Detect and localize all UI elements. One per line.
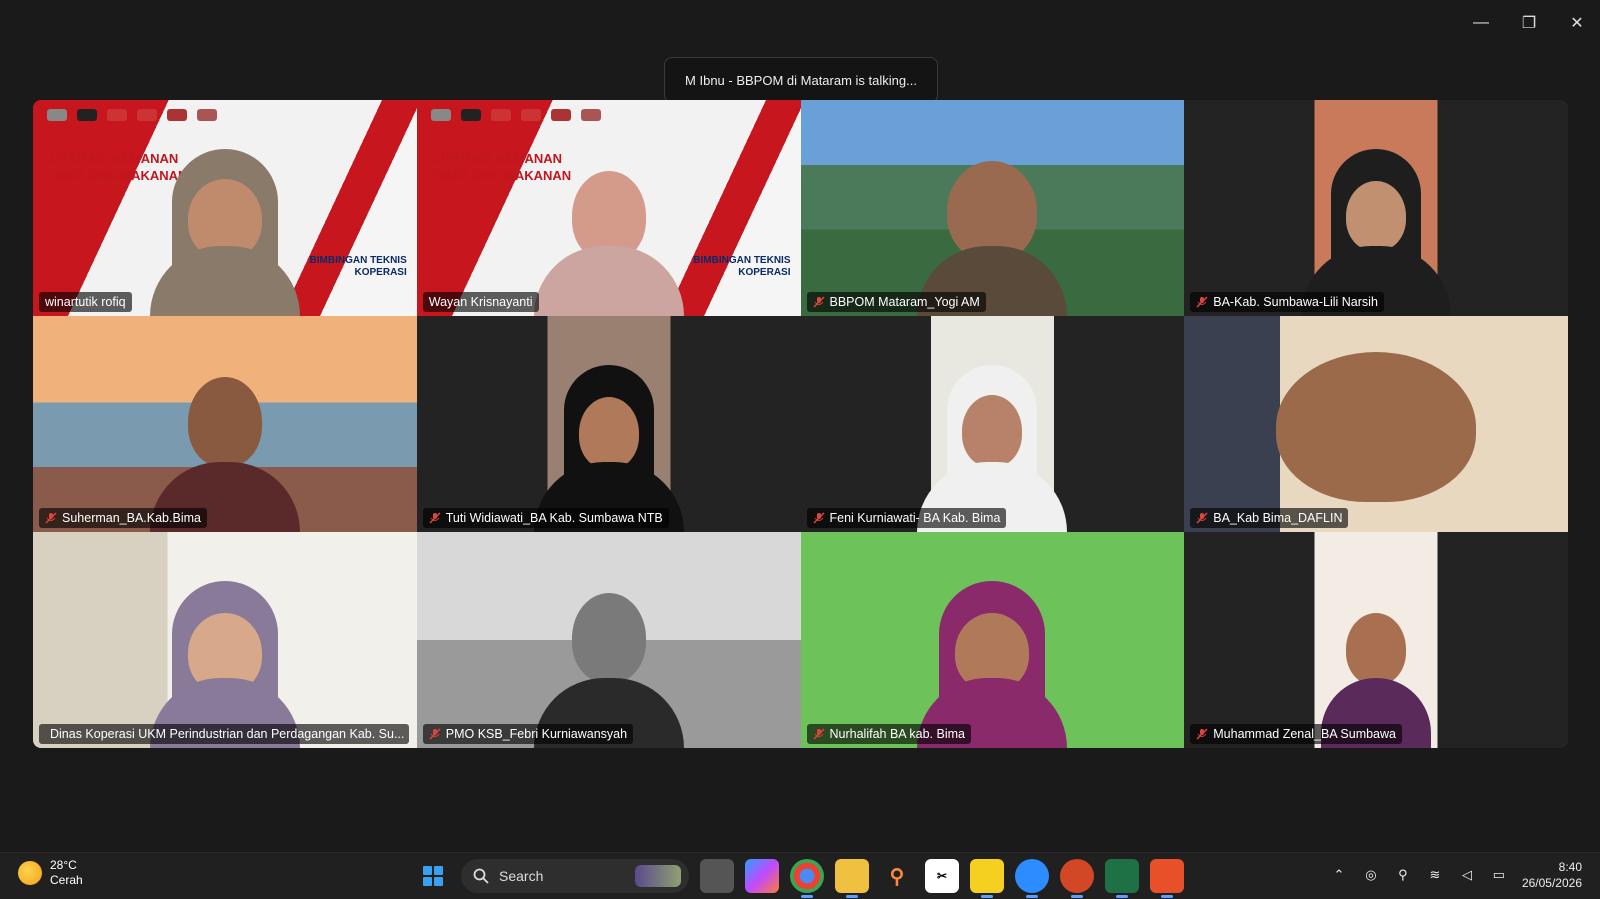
chrome-icon[interactable] [790, 859, 824, 898]
participant-name-tag: BBPOM Mataram_Yogi AM [806, 292, 986, 312]
wifi-icon[interactable]: ≋ [1426, 866, 1444, 884]
weather-temp: 28°C [50, 858, 77, 872]
muted-mic-icon [429, 728, 441, 740]
participant-tile[interactable]: Feni Kurniawati- BA Kab. Bima [800, 316, 1185, 532]
start-button[interactable] [416, 859, 450, 893]
participant-name-tag: Dinas Koperasi UKM Perindustrian dan Per… [39, 724, 409, 744]
participant-name-tag: Suherman_BA.Kab.Bima [39, 508, 207, 528]
active-speaker-toast: M Ibnu - BBPOM di Mataram is talking... [664, 57, 938, 103]
window-controls: — ❐ ✕ [1468, 10, 1590, 36]
participant-video [917, 357, 1068, 532]
participant-tile[interactable]: BA-Kab. Sumbawa-Lili Narsih [1184, 100, 1568, 316]
participant-tile[interactable]: Tuti Widiawati_BA Kab. Sumbawa NTB [416, 316, 801, 532]
participant-tile[interactable]: Dinas Koperasi UKM Perindustrian dan Per… [33, 532, 417, 748]
participant-video [1301, 141, 1452, 316]
clock-date: 26/05/2026 [1521, 876, 1582, 890]
participant-video [917, 573, 1068, 748]
participant-video [1301, 573, 1451, 748]
taskbar-apps: Search ⚲ ✂ [416, 859, 1184, 898]
muted-mic-icon [1196, 296, 1208, 308]
participant-name-tag: BA_Kab Bima_DAFLIN [1190, 508, 1349, 528]
search-highlight-image [635, 865, 681, 887]
sticky-notes-icon[interactable] [970, 859, 1004, 898]
search-tool-icon[interactable]: ⚲ [880, 859, 914, 893]
search-label: Search [499, 868, 544, 884]
weather-sun-icon [18, 861, 42, 885]
participant-tile[interactable]: LITERASI KEMANAN OBAT DAN MAKANAN BIMBING… [416, 100, 801, 316]
zoom-icon[interactable] [1015, 859, 1049, 898]
participant-tile[interactable]: Nurhalifah BA kab. Bima [800, 532, 1185, 748]
active-speaker-text: M Ibnu - BBPOM di Mataram is talking... [685, 72, 917, 88]
excel-icon[interactable] [1105, 859, 1139, 898]
zoom-meeting-window: — ❐ ✕ M Ibnu - BBPOM di Mataram is talki… [0, 0, 1600, 852]
participant-name-tag: Wayan Krisnayanti [422, 292, 539, 312]
muted-mic-icon [812, 296, 825, 308]
participant-name-tag: winartutik rofiq [39, 292, 132, 312]
participant-video [149, 573, 300, 748]
participant-video [533, 573, 684, 748]
network-status-icon[interactable]: ⚲ [1394, 866, 1412, 884]
restore-button[interactable]: ❐ [1516, 10, 1542, 36]
capcut-icon[interactable]: ✂ [925, 859, 959, 893]
muted-mic-icon [1196, 512, 1208, 524]
reader-icon[interactable] [1150, 859, 1184, 898]
banner-logos [430, 106, 671, 124]
search-icon [473, 868, 489, 884]
participant-video [917, 141, 1068, 316]
clock-time: 8:40 [1558, 860, 1582, 874]
close-button[interactable]: ✕ [1564, 10, 1590, 36]
participant-video [533, 141, 684, 316]
participant-name-tag: Feni Kurniawati- BA Kab. Bima [806, 508, 1007, 528]
participant-tile[interactable]: BA_Kab Bima_DAFLIN [1184, 316, 1568, 532]
weather-desc: Cerah [50, 873, 83, 887]
muted-mic-icon [1196, 728, 1208, 740]
system-tray: ⌃ ◎ ⚲ ≋ ◁ ▭ 8:40 26/05/2026 [1330, 859, 1582, 891]
clock[interactable]: 8:40 26/05/2026 [1522, 859, 1582, 891]
windows-taskbar: 28°C Cerah Search ⚲ ✂ ⌃ ◎ ⚲ ≋ ◁ ▭ 8:40 2… [0, 852, 1600, 899]
participant-tile[interactable]: Suherman_BA.Kab.Bima [33, 316, 417, 532]
participant-tile[interactable]: PMO KSB_Febri Kurniawansyah [416, 532, 801, 748]
sync-icon[interactable]: ◎ [1362, 866, 1380, 884]
participant-tile[interactable]: LITERASI KEMANAN OBAT DAN MAKANAN BIMBING… [33, 100, 417, 316]
participant-tile[interactable]: BBPOM Mataram_Yogi AM [800, 100, 1185, 316]
task-view-icon[interactable] [700, 859, 734, 893]
muted-mic-icon [45, 512, 57, 524]
file-explorer-icon[interactable] [835, 859, 869, 898]
muted-mic-icon [812, 512, 825, 524]
participant-name-tag: PMO KSB_Febri Kurniawansyah [422, 724, 634, 744]
participant-video [533, 357, 684, 532]
participant-tile[interactable]: Muhammad Zenal_BA Sumbawa [1184, 532, 1568, 748]
participant-video [149, 357, 300, 532]
powerpoint-icon[interactable] [1060, 859, 1094, 898]
minimize-button[interactable]: — [1468, 10, 1494, 36]
participant-name-tag: Muhammad Zenal_BA Sumbawa [1190, 724, 1402, 744]
participant-name-tag: BA-Kab. Sumbawa-Lili Narsih [1190, 292, 1384, 312]
participant-video [1246, 322, 1506, 532]
chevron-up-icon[interactable]: ⌃ [1330, 866, 1348, 884]
muted-mic-icon [429, 512, 441, 524]
participant-name-tag: Tuti Widiawati_BA Kab. Sumbawa NTB [422, 508, 669, 528]
weather-widget[interactable]: 28°C Cerah [18, 858, 83, 888]
muted-mic-icon [812, 728, 825, 740]
participant-name-tag: Nurhalifah BA kab. Bima [806, 724, 971, 744]
banner-subtitle: BIMBINGAN TEKNIS KOPERASI [693, 255, 791, 278]
volume-icon[interactable]: ◁ [1458, 866, 1476, 884]
gallery-view: LITERASI KEMANAN OBAT DAN MAKANAN BIMBING… [33, 100, 1568, 748]
banner-logos [47, 106, 287, 124]
participant-video [149, 141, 300, 316]
banner-subtitle: BIMBINGAN TEKNIS KOPERASI [309, 255, 407, 278]
taskbar-search[interactable]: Search [461, 859, 689, 893]
copilot-icon[interactable] [745, 859, 779, 893]
battery-icon[interactable]: ▭ [1490, 866, 1508, 884]
